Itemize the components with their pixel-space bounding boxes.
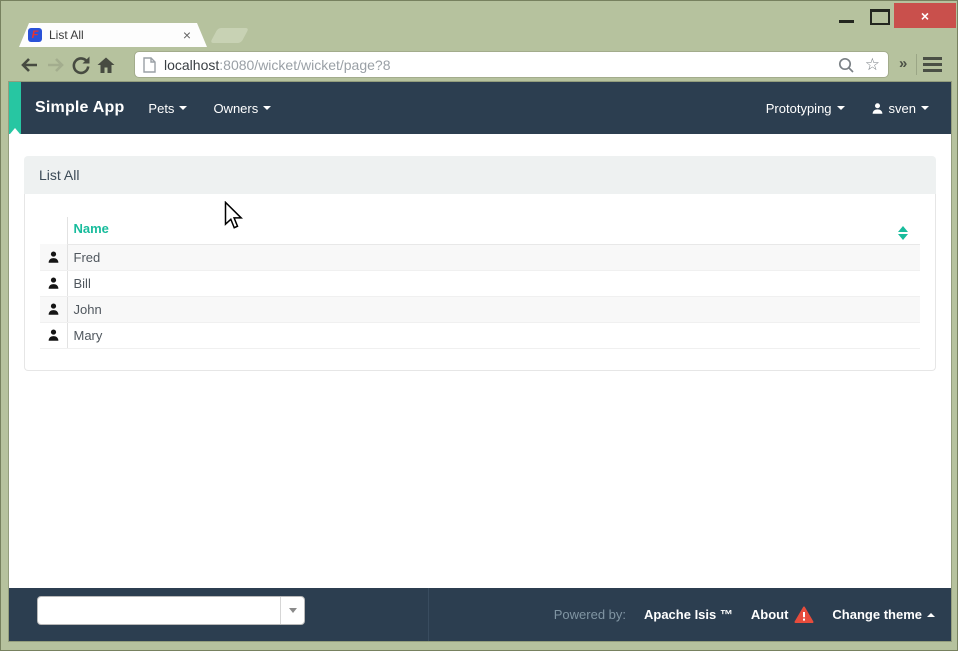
table-row[interactable]: Mary [40, 322, 920, 348]
browser-tab[interactable]: F List All × [19, 23, 207, 47]
url-path: :8080/wicket/wicket/page?8 [219, 57, 390, 73]
row-name-link[interactable]: John [67, 296, 920, 322]
table-row[interactable]: John [40, 296, 920, 322]
change-theme-menu[interactable]: Change theme [832, 607, 935, 622]
row-name-link[interactable]: Fred [67, 244, 920, 270]
person-icon [40, 328, 67, 342]
sort-icon[interactable] [898, 226, 908, 240]
reload-button[interactable] [69, 53, 93, 77]
about-label: About [751, 607, 789, 622]
icon-column-header [40, 217, 67, 244]
menu-pets[interactable]: Pets [148, 101, 187, 116]
reload-icon [69, 53, 93, 77]
close-button[interactable]: × [894, 3, 956, 28]
table-row[interactable]: Bill [40, 270, 920, 296]
menu-pets-label: Pets [148, 101, 174, 116]
zoom-magnifier-icon[interactable] [837, 56, 855, 74]
forward-button[interactable] [44, 53, 68, 77]
row-name-link[interactable]: Mary [67, 322, 920, 348]
maximize-button[interactable] [870, 9, 890, 25]
maximize-icon [870, 9, 890, 25]
table-row[interactable]: Fred [40, 244, 920, 270]
panel-body: Name Fred [24, 194, 936, 371]
forward-arrow-icon [44, 53, 68, 77]
table-header-row: Name [40, 217, 920, 244]
theme-select[interactable] [37, 596, 305, 625]
app-footer: Powered by: Apache Isis ™ About Change t… [9, 588, 951, 641]
brand-accent-notch [10, 128, 20, 134]
chevron-down-icon [263, 106, 271, 110]
page-viewport: Simple App Pets Owners Prototyping sven [9, 82, 951, 641]
app-brand[interactable]: Simple App [35, 99, 124, 117]
bookmark-star-icon[interactable]: ☆ [865, 56, 880, 73]
warning-icon [794, 606, 814, 624]
chrome-menu-icon[interactable] [923, 57, 942, 72]
person-icon [40, 302, 67, 316]
chevron-up-icon [927, 613, 935, 617]
menu-owners-label: Owners [213, 101, 258, 116]
select-dropdown-arrow-icon[interactable] [280, 597, 304, 624]
home-icon [94, 53, 118, 77]
tab-title: List All [49, 28, 181, 42]
favicon-isis-icon: F [28, 28, 42, 42]
footer-links: Powered by: Apache Isis ™ About Change t… [554, 606, 951, 624]
brand-accent-stripe [9, 82, 21, 134]
about-link[interactable]: About [751, 606, 815, 624]
toolbar-separator [916, 54, 917, 75]
name-column-label: Name [74, 221, 109, 236]
minimize-icon [839, 20, 854, 23]
new-tab-button[interactable] [210, 28, 249, 43]
home-button[interactable] [94, 53, 118, 77]
menu-owners[interactable]: Owners [213, 101, 271, 116]
results-table: Name Fred [40, 217, 920, 349]
name-column-header[interactable]: Name [67, 217, 920, 244]
apache-isis-link[interactable]: Apache Isis ™ [644, 607, 733, 622]
menu-user[interactable]: sven [871, 101, 929, 116]
back-arrow-icon [17, 53, 41, 77]
chevron-down-icon [837, 106, 845, 110]
row-name-link[interactable]: Bill [67, 270, 920, 296]
navbar-menus-right: Prototyping sven [766, 101, 951, 116]
menu-user-label: sven [889, 101, 916, 116]
person-icon [40, 250, 67, 264]
list-all-panel: List All Name [24, 156, 936, 371]
footer-divider [428, 588, 429, 641]
menu-prototyping[interactable]: Prototyping [766, 101, 845, 116]
toolbar-overflow-icon[interactable]: » [899, 55, 907, 72]
url-host: localhost [164, 57, 219, 73]
app-navbar: Simple App Pets Owners Prototyping sven [9, 82, 951, 134]
change-theme-label: Change theme [832, 607, 922, 622]
page-document-icon [143, 57, 156, 73]
panel-title: List All [24, 156, 936, 194]
tab-close-icon[interactable]: × [181, 27, 193, 43]
browser-window: F List All × × localhost [0, 0, 958, 651]
navbar-menus-left: Pets Owners [148, 101, 271, 116]
chevron-down-icon [921, 106, 929, 110]
user-icon [871, 102, 884, 115]
url-text[interactable]: localhost:8080/wicket/wicket/page?8 [164, 57, 827, 73]
minimize-button[interactable] [837, 7, 857, 25]
chevron-down-icon [179, 106, 187, 110]
powered-by-label: Powered by: [554, 607, 626, 622]
address-bar[interactable]: localhost:8080/wicket/wicket/page?8 ☆ [134, 51, 889, 78]
back-button[interactable] [17, 53, 41, 77]
person-icon [40, 276, 67, 290]
menu-prototyping-label: Prototyping [766, 101, 832, 116]
